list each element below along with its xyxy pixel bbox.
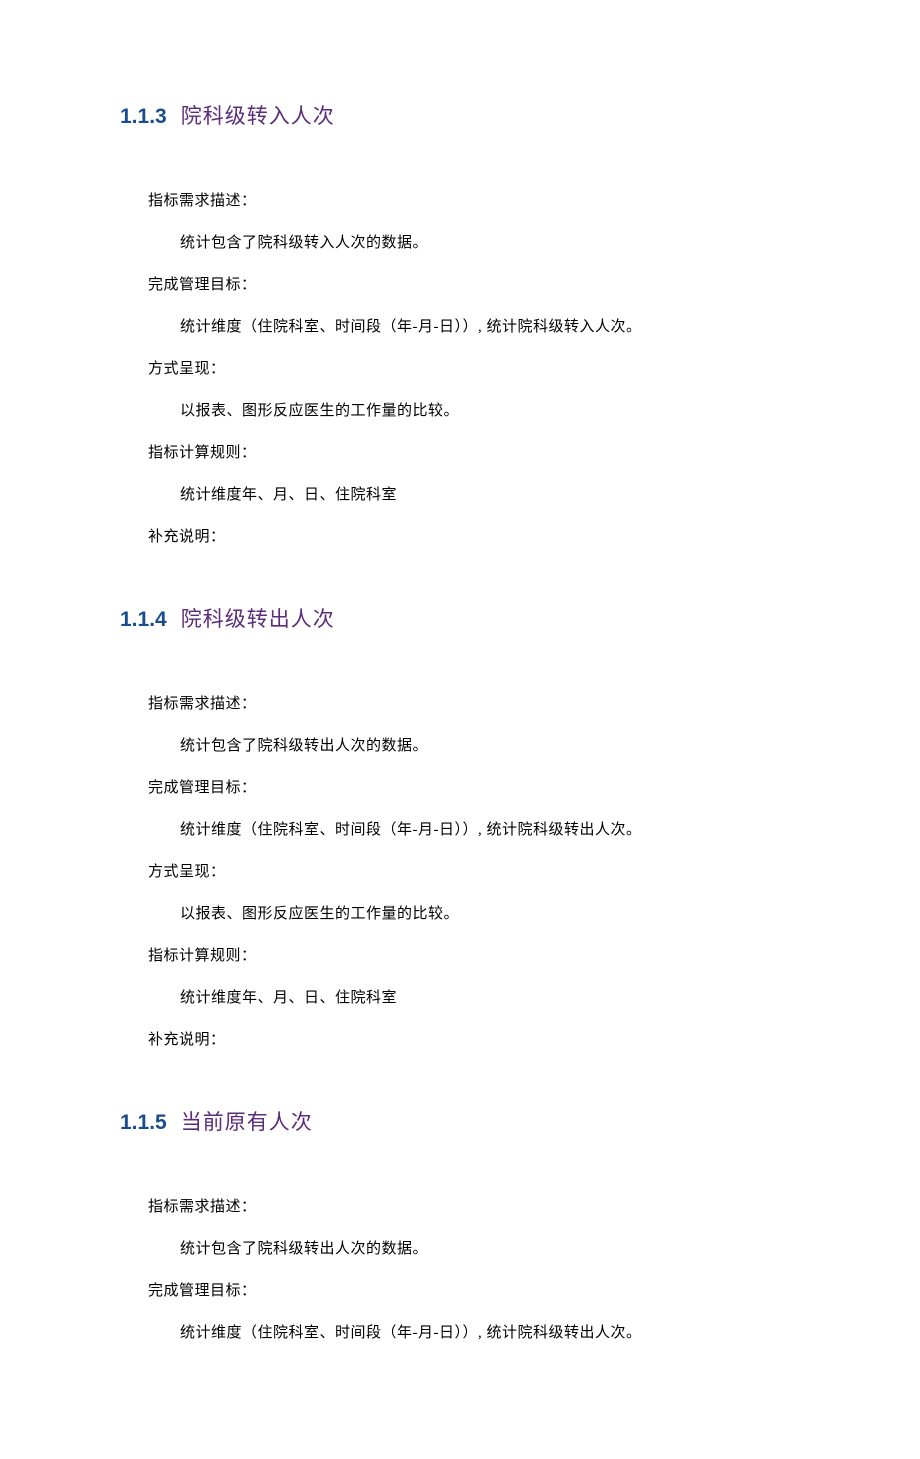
field-content: 统计包含了院科级转出人次的数据。 [148, 1228, 800, 1270]
field-label: 方式呈现： [148, 851, 800, 893]
content-block: 指标需求描述： 统计包含了院科级转入人次的数据。 完成管理目标： 统计维度（住院… [120, 180, 800, 558]
section-heading-1-1-4: 1.1.4 院科级转出人次 [120, 603, 800, 633]
field-content: 统计维度年、月、日、住院科室 [148, 977, 800, 1019]
section-number: 1.1.4 [120, 608, 167, 631]
section-title: 院科级转入人次 [181, 104, 335, 128]
field-label: 指标计算规则： [148, 935, 800, 977]
field-label: 指标需求描述： [148, 180, 800, 222]
section-title: 院科级转出人次 [181, 607, 335, 631]
section-number: 1.1.3 [120, 105, 167, 128]
field-content: 统计维度（住院科室、时间段（年-月-日））, 统计院科级转出人次。 [148, 1312, 800, 1354]
section-1-1-4: 1.1.4 院科级转出人次 指标需求描述： 统计包含了院科级转出人次的数据。 完… [120, 603, 800, 1061]
field-content: 统计维度年、月、日、住院科室 [148, 474, 800, 516]
field-label: 补充说明： [148, 1019, 800, 1061]
field-label: 完成管理目标： [148, 767, 800, 809]
field-content: 以报表、图形反应医生的工作量的比较。 [148, 390, 800, 432]
field-content: 以报表、图形反应医生的工作量的比较。 [148, 893, 800, 935]
field-label: 方式呈现： [148, 348, 800, 390]
field-label: 指标需求描述： [148, 1186, 800, 1228]
field-label: 补充说明： [148, 516, 800, 558]
section-heading-1-1-5: 1.1.5 当前原有人次 [120, 1106, 800, 1136]
section-1-1-3: 1.1.3 院科级转入人次 指标需求描述： 统计包含了院科级转入人次的数据。 完… [120, 100, 800, 558]
field-label: 完成管理目标： [148, 264, 800, 306]
section-1-1-5: 1.1.5 当前原有人次 指标需求描述： 统计包含了院科级转出人次的数据。 完成… [120, 1106, 800, 1354]
content-block: 指标需求描述： 统计包含了院科级转出人次的数据。 完成管理目标： 统计维度（住院… [120, 683, 800, 1061]
field-content: 统计维度（住院科室、时间段（年-月-日））, 统计院科级转入人次。 [148, 306, 800, 348]
field-label: 指标需求描述： [148, 683, 800, 725]
section-heading-1-1-3: 1.1.3 院科级转入人次 [120, 100, 800, 130]
field-label: 完成管理目标： [148, 1270, 800, 1312]
section-title: 当前原有人次 [181, 1110, 313, 1134]
field-content: 统计包含了院科级转出人次的数据。 [148, 725, 800, 767]
field-label: 指标计算规则： [148, 432, 800, 474]
section-number: 1.1.5 [120, 1111, 167, 1134]
field-content: 统计维度（住院科室、时间段（年-月-日））, 统计院科级转出人次。 [148, 809, 800, 851]
content-block: 指标需求描述： 统计包含了院科级转出人次的数据。 完成管理目标： 统计维度（住院… [120, 1186, 800, 1354]
field-content: 统计包含了院科级转入人次的数据。 [148, 222, 800, 264]
